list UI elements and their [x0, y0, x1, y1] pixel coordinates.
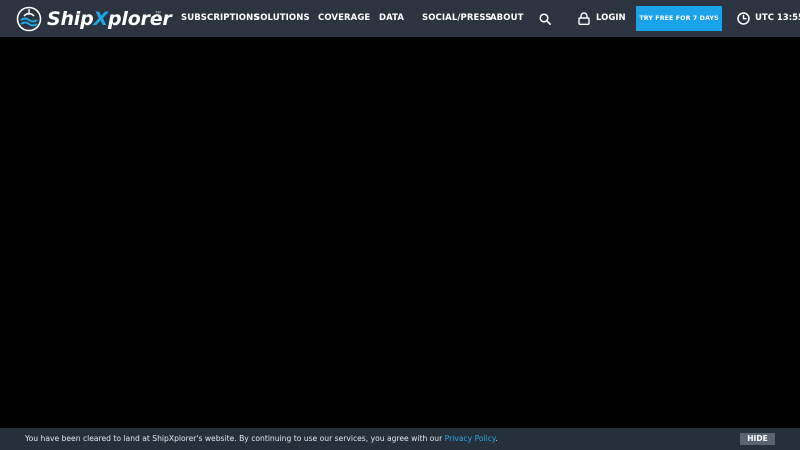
try-free-button[interactable]: TRY FREE FOR 7 DAYS	[636, 6, 722, 31]
cookie-consent-bar: You have been cleared to land at ShipXpl…	[0, 428, 800, 450]
cookie-message: You have been cleared to land at ShipXpl…	[25, 434, 498, 443]
nav-item-social-press[interactable]: SOCIAL/PRESS	[422, 0, 492, 37]
nav-item-subscriptions[interactable]: SUBSCRIPTIONS	[181, 0, 260, 37]
nav-item-data[interactable]: DATA	[379, 0, 404, 37]
privacy-policy-link[interactable]: Privacy Policy	[445, 434, 496, 443]
nav-item-coverage[interactable]: COVERAGE	[318, 0, 370, 37]
nav-item-about[interactable]: ABOUT	[490, 0, 523, 37]
hide-cookie-button[interactable]: HIDE	[740, 433, 775, 445]
clock-icon	[737, 12, 750, 25]
logo-wordmark: ShipXplorer	[47, 8, 172, 30]
trademark-symbol: ™	[155, 11, 161, 17]
login-label: LOGIN	[596, 13, 626, 23]
search-icon[interactable]	[539, 13, 551, 25]
top-navbar: ShipXplorer ™ SUBSCRIPTIONS SOLUTIONS CO…	[0, 0, 800, 37]
lock-icon	[578, 12, 590, 25]
shipxplorer-logo[interactable]: ShipXplorer ™	[16, 6, 172, 32]
utc-time: UTC 13:55	[755, 13, 800, 23]
map-viewport[interactable]	[0, 37, 800, 428]
ship-wave-globe-icon	[16, 6, 42, 32]
nav-item-solutions[interactable]: SOLUTIONS	[254, 0, 310, 37]
